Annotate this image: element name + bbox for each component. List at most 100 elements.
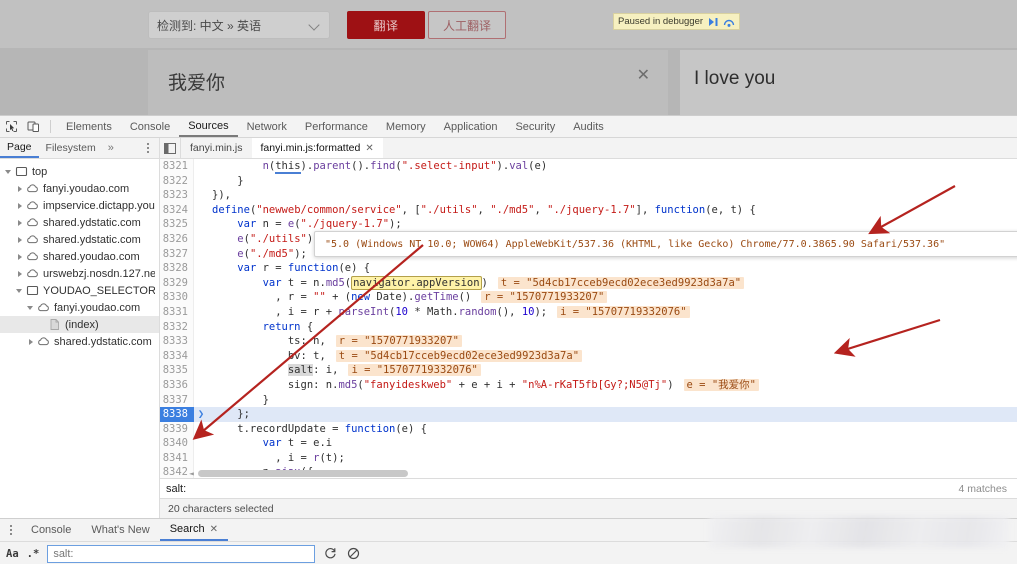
line-number[interactable]: 8328 [160, 261, 194, 276]
line-number[interactable]: 8326 [160, 232, 194, 247]
code-line[interactable]: 8331 , i = r + parseInt(10 * Math.random… [160, 305, 1017, 320]
line-number[interactable]: 8336 [160, 378, 194, 393]
line-number[interactable]: 8331 [160, 305, 194, 320]
tree-item[interactable]: YOUDAO_SELECTOR_IFR/ [0, 282, 159, 299]
code-line[interactable]: 8341 , i = r(t); [160, 451, 1017, 466]
tree-item[interactable]: fanyi.youdao.com [0, 299, 159, 316]
resume-script-icon[interactable] [708, 17, 719, 27]
tab-console[interactable]: Console [121, 116, 179, 137]
line-number[interactable]: 8329 [160, 276, 194, 291]
tab-elements[interactable]: Elements [57, 116, 121, 137]
line-number[interactable]: 8332 [160, 320, 194, 335]
inspect-element-icon[interactable] [0, 117, 22, 137]
source-text-panel[interactable]: 我爱你 ✕ [148, 50, 668, 115]
device-toolbar-icon[interactable] [22, 117, 44, 137]
tab-application[interactable]: Application [435, 116, 507, 137]
tab-network[interactable]: Network [238, 116, 296, 137]
tree-item[interactable]: shared.ydstatic.com [0, 333, 159, 350]
twisty-closed-icon[interactable] [14, 251, 25, 262]
drawer-tab-console[interactable]: Console [21, 519, 81, 541]
code-line[interactable]: 8339 t.recordUpdate = function(e) { [160, 422, 1017, 437]
twisty-open-icon[interactable] [3, 166, 14, 177]
code-line[interactable]: 8329 var t = n.md5(navigator.appVersion)… [160, 276, 1017, 291]
line-number[interactable]: 8335 [160, 363, 194, 378]
search-input[interactable] [47, 545, 315, 563]
code-line[interactable]: 8335 salt: i,i = "15707719332076" [160, 363, 1017, 378]
editor-tab-fanyi-min-js-formatted[interactable]: fanyi.min.js:formatted ✕ [252, 138, 383, 158]
line-number[interactable]: 8334 [160, 349, 194, 364]
code-line[interactable]: 8323}), [160, 188, 1017, 203]
twisty-open-icon[interactable] [14, 285, 25, 296]
tree-item[interactable]: shared.youdao.com [0, 248, 159, 265]
line-number[interactable]: 8327 [160, 247, 194, 262]
code-line[interactable]: 8322 } [160, 174, 1017, 189]
twisty-closed-icon[interactable] [14, 183, 25, 194]
code-line[interactable]: 8333 ts: n,r = "1570771933207" [160, 334, 1017, 349]
code-editor[interactable]: 8321 n(this).parent().find(".select-inpu… [160, 159, 1017, 478]
tree-item[interactable]: urswebzj.nosdn.127.net [0, 265, 159, 282]
show-navigator-icon[interactable] [160, 138, 181, 158]
line-number[interactable]: 8323 [160, 188, 194, 203]
twisty-closed-icon[interactable] [14, 217, 25, 228]
twisty-closed-icon[interactable] [14, 200, 25, 211]
line-number[interactable]: 8337 [160, 393, 194, 408]
code-line[interactable]: 8337 } [160, 393, 1017, 408]
translate-button[interactable]: 翻译 [347, 11, 425, 39]
navigator-menu-icon[interactable] [142, 141, 154, 155]
tree-item[interactable]: (index) [0, 316, 159, 333]
code-line[interactable]: 8324define("newweb/common/service", ["./… [160, 203, 1017, 218]
line-number[interactable]: 8338 [160, 407, 194, 422]
regex-toggle[interactable]: .* [27, 548, 40, 560]
tab-security[interactable]: Security [506, 116, 564, 137]
editor-tab-fanyi-min-js[interactable]: fanyi.min.js [181, 138, 252, 158]
line-number[interactable]: 8340 [160, 436, 194, 451]
navigator-more-icon[interactable]: » [103, 142, 119, 154]
tab-sources[interactable]: Sources [179, 116, 237, 137]
code-line[interactable]: 8336 sign: n.md5("fanyideskweb" + e + i … [160, 378, 1017, 393]
drawer-tab-search[interactable]: Search ✕ [160, 519, 228, 541]
line-number[interactable]: 8333 [160, 334, 194, 349]
tab-audits[interactable]: Audits [564, 116, 613, 137]
refresh-icon[interactable] [323, 546, 338, 561]
close-drawer-tab-icon[interactable]: ✕ [210, 524, 218, 535]
line-number[interactable]: 8325 [160, 217, 194, 232]
code-line[interactable]: 8328 var r = function(e) { [160, 261, 1017, 276]
editor-find-bar[interactable]: 4 matches [160, 478, 1017, 499]
line-number[interactable]: 8321 [160, 159, 194, 174]
code-line[interactable]: 8340 var t = e.i [160, 436, 1017, 451]
tree-item[interactable]: impservice.dictapp.youda [0, 197, 159, 214]
twisty-closed-icon[interactable] [14, 234, 25, 245]
code-line[interactable]: 8332 return { [160, 320, 1017, 335]
scroll-left-icon[interactable]: ◄ [189, 469, 194, 478]
tree-item[interactable]: top [0, 163, 159, 180]
twisty-closed-icon[interactable] [14, 268, 25, 279]
tab-performance[interactable]: Performance [296, 116, 377, 137]
line-number[interactable]: 8341 [160, 451, 194, 466]
twisty-open-icon[interactable] [25, 302, 36, 313]
human-translate-button[interactable]: 人工翻译 [428, 11, 506, 39]
subtab-filesystem[interactable]: Filesystem [39, 138, 103, 158]
line-number[interactable]: 8330 [160, 290, 194, 305]
tree-item[interactable]: shared.ydstatic.com [0, 214, 159, 231]
code-line[interactable]: 8321 n(this).parent().find(".select-inpu… [160, 159, 1017, 174]
match-case-toggle[interactable]: Aa [6, 548, 19, 560]
tree-item[interactable]: shared.ydstatic.com [0, 231, 159, 248]
clear-icon[interactable] [346, 546, 361, 561]
close-tab-icon[interactable]: ✕ [365, 143, 373, 154]
paused-controls[interactable] [708, 17, 735, 27]
line-number[interactable]: 8322 [160, 174, 194, 189]
drawer-tab-whats-new[interactable]: What's New [81, 519, 159, 541]
code-line[interactable]: 8338❯ }; [160, 407, 1017, 422]
tab-memory[interactable]: Memory [377, 116, 435, 137]
tree-item[interactable]: fanyi.youdao.com [0, 180, 159, 197]
scrollbar-thumb[interactable] [198, 470, 408, 477]
drawer-menu-icon[interactable] [5, 523, 17, 537]
code-line[interactable]: 8330 , r = "" + (new Date).getTime()r = … [160, 290, 1017, 305]
find-input[interactable] [160, 479, 959, 498]
line-number[interactable]: 8339 [160, 422, 194, 437]
line-number[interactable]: 8324 [160, 203, 194, 218]
code-line[interactable]: 8334 bv: t,t = "5d4cb17cceb9ecd02ece3ed9… [160, 349, 1017, 364]
subtab-page[interactable]: Page [0, 138, 39, 158]
step-over-icon[interactable] [723, 17, 735, 27]
language-select[interactable]: 检测到: 中文 » 英语 [148, 11, 330, 39]
